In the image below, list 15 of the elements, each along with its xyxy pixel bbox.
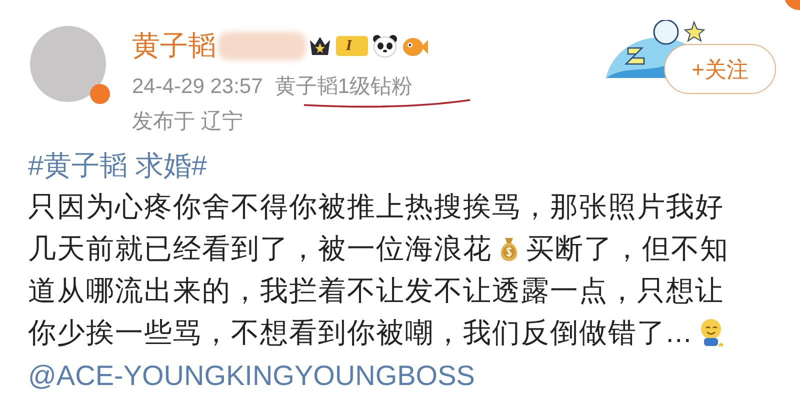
post-text: 只因为心疼你舍不得你被推上热搜挨骂，那张照片我好: [28, 190, 724, 224]
author-name[interactable]: 黄子韬: [132, 32, 216, 60]
post-time: 24-4-29 23:57: [132, 76, 263, 97]
fan-title: 黄子韬1级钻粉: [274, 76, 412, 97]
panda-icon: [372, 34, 398, 58]
hashtag-link[interactable]: #黄子韬 求婚#: [28, 146, 800, 186]
post-text: 买断了，但不知: [526, 232, 729, 266]
mention-link[interactable]: @ACE-YOUNGKINGYOUNGBOSS: [28, 354, 475, 398]
level-badge: I: [336, 36, 368, 56]
post-text: 几天前就已经看到了，被一位海浪花: [28, 232, 492, 266]
follow-button[interactable]: +关注: [664, 44, 776, 94]
emoji-icon: [698, 318, 726, 348]
post-text: 道从哪流出来的，我拦着不让发不让透露一点，只想让: [28, 274, 724, 308]
post-location: 发布于 辽宁: [132, 111, 244, 132]
post-text: 你少挨一些骂，不想看到你被嘲，我们反倒做错了...: [28, 316, 692, 350]
